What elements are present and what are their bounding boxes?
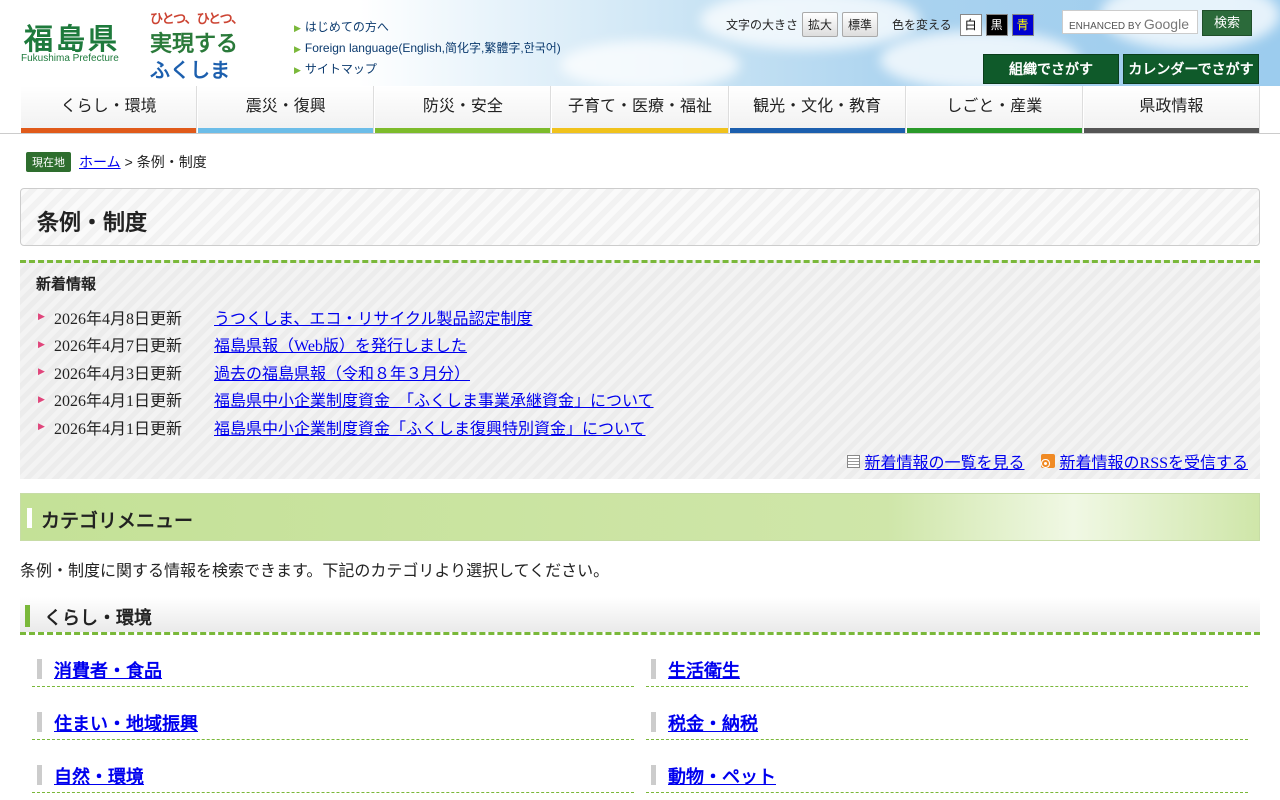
news-item: ▶ 2026年4月8日更新 うつくしま、エコ・リサイクル製品認定制度 xyxy=(38,303,654,331)
category-intro: 条例・制度に関する情報を検索できます。下記のカテゴリより選択してください。 xyxy=(20,563,610,580)
category-link-tax: 税金・納税 xyxy=(646,706,1248,740)
search-button[interactable]: 検索 xyxy=(1202,10,1252,36)
news-link[interactable]: 福島県報（Web版）を発行しました xyxy=(214,332,467,356)
category-link-consumer-food: 消費者・食品 xyxy=(32,653,634,687)
news-footer: 新着情報の一覧を見る 新着情報のRSSを受信する xyxy=(846,449,1248,473)
find-by-organization-button[interactable]: 組織でさがす xyxy=(983,54,1119,84)
nav-work-industry[interactable]: しごと・産業 xyxy=(905,86,1083,133)
link-sitemap-label: サイトマップ xyxy=(304,62,377,76)
category-link[interactable]: 自然・環境 xyxy=(54,767,144,787)
nav-childcare-medical-welfare[interactable]: 子育て・医療・福祉 xyxy=(551,86,729,133)
nav-label: 防災・安全 xyxy=(422,98,503,115)
page-title: 条例・制度 xyxy=(20,188,1260,246)
news-view-all-link[interactable]: 新着情報の一覧を見る xyxy=(865,449,1025,473)
find-by-calendar-button[interactable]: カレンダーでさがす xyxy=(1123,54,1259,84)
triangle-icon: ▶ xyxy=(38,311,45,322)
news-date: 2026年4月3日更新 xyxy=(54,365,183,383)
nav-prefectural-info[interactable]: 県政情報 xyxy=(1082,86,1260,133)
news-item: ▶ 2026年4月1日更新 福島県中小企業制度資金 「ふくしま事業承継資金」について xyxy=(38,386,654,414)
news-link[interactable]: 福島県中小企業制度資金「ふくしま復興特別資金」について xyxy=(214,415,646,439)
link-sitemap[interactable]: ▶ サイトマップ xyxy=(294,59,561,80)
color-black-button[interactable]: 黒 xyxy=(985,13,1008,36)
news-date: 2026年4月1日更新 xyxy=(54,420,183,438)
news-link[interactable]: 過去の福島県報（令和８年３月分） xyxy=(214,360,470,384)
link-foreign-language[interactable]: ▶ Foreign language(English,简化字,繁體字,한국어) xyxy=(294,38,561,59)
nav-label: くらし・環境 xyxy=(60,98,157,115)
triangle-icon: ▶ xyxy=(38,393,45,404)
font-enlarge-button[interactable]: 拡大 xyxy=(802,12,839,37)
global-nav: くらし・環境 震災・復興 防災・安全 子育て・医療・福祉 観光・文化・教育 しご… xyxy=(20,86,1260,133)
search-google-label: Google xyxy=(1143,16,1189,32)
triangle-icon: ▶ xyxy=(294,44,301,54)
category-link-nature: 自然・環境 xyxy=(32,759,634,793)
news-item: ▶ 2026年4月7日更新 福島県報（Web版）を発行しました xyxy=(38,331,654,359)
category-link[interactable]: 住まい・地域振興 xyxy=(54,714,198,734)
site-logo[interactable]: 福島県 xyxy=(24,16,120,58)
list-icon xyxy=(846,454,860,468)
slogan-line-1: ひとつ、ひとつ、 xyxy=(150,12,244,27)
news-date: 2026年4月8日更新 xyxy=(54,310,183,328)
category-link[interactable]: 消費者・食品 xyxy=(54,661,162,681)
current-location-badge: 現在地 xyxy=(26,152,71,172)
link-first-visit[interactable]: ▶ はじめての方へ xyxy=(294,17,561,38)
search-enhanced-label: ENHANCED BY xyxy=(1069,21,1142,32)
category-link[interactable]: 税金・納税 xyxy=(668,714,758,734)
triangle-icon: ▶ xyxy=(294,23,301,33)
nav-label: 子育て・医療・福祉 xyxy=(567,98,712,115)
news-item: ▶ 2026年4月1日更新 福島県中小企業制度資金「ふくしま復興特別資金」について xyxy=(38,413,654,441)
triangle-icon: ▶ xyxy=(38,366,45,377)
accessibility-tools: 文字の大きさ 拡大 標準 色を変える 白 黒 青 xyxy=(726,12,1034,37)
font-standard-button[interactable]: 標準 xyxy=(842,12,879,37)
news-heading: 新着情報 xyxy=(36,276,97,293)
slogan-line-3: ふくしま xyxy=(150,58,230,82)
nav-disaster-recovery[interactable]: 震災・復興 xyxy=(197,86,375,133)
link-foreign-language-label: Foreign language(English,简化字,繁體字,한국어) xyxy=(304,41,561,55)
category-link[interactable]: 生活衛生 xyxy=(668,661,740,681)
news-link[interactable]: うつくしま、エコ・リサイクル製品認定制度 xyxy=(214,305,533,329)
news-section: 新着情報 ▶ 2026年4月8日更新 うつくしま、エコ・リサイクル製品認定制度 ▶ 2… xyxy=(20,260,1260,479)
breadcrumb-current: 条例・制度 xyxy=(136,154,207,170)
site-logo-en: Fukushima Prefecture xyxy=(21,53,119,64)
color-change-label: 色を変える xyxy=(892,18,952,32)
breadcrumb-separator: > xyxy=(124,154,133,170)
header-cloud xyxy=(560,40,740,86)
triangle-icon: ▶ xyxy=(38,421,45,432)
news-rss-link[interactable]: 新着情報のRSSを受信する xyxy=(1060,449,1248,473)
category-link-hygiene: 生活衛生 xyxy=(646,653,1248,687)
header-links: ▶ はじめての方へ ▶ Foreign language(English,简化字,繁… xyxy=(294,17,561,80)
category-link-animals: 動物・ペット xyxy=(646,759,1248,793)
news-item: ▶ 2026年4月3日更新 過去の福島県報（令和８年３月分） xyxy=(38,358,654,386)
nav-living-environment[interactable]: くらし・環境 xyxy=(20,86,198,133)
nav-label: 観光・文化・教育 xyxy=(753,98,882,115)
link-first-visit-label: はじめての方へ xyxy=(304,20,389,34)
color-white-button[interactable]: 白 xyxy=(959,13,982,36)
site-header: 福島県 Fukushima Prefecture ひとつ、ひとつ、 実現する ふ… xyxy=(0,0,1280,86)
triangle-icon: ▶ xyxy=(38,338,45,349)
nav-label: 震災・復興 xyxy=(245,98,326,115)
breadcrumb: 現在地 ホーム > 条例・制度 xyxy=(26,152,207,172)
nav-label: 県政情報 xyxy=(1139,98,1204,115)
category-link-housing: 住まい・地域振興 xyxy=(32,706,634,740)
search-input[interactable]: ENHANCED BY Google xyxy=(1062,10,1198,34)
rss-icon xyxy=(1040,454,1055,468)
category-menu-heading: カテゴリメニュー xyxy=(20,493,1260,541)
font-size-label: 文字の大きさ xyxy=(726,18,799,32)
breadcrumb-home-link[interactable]: ホーム xyxy=(79,152,121,172)
triangle-icon: ▶ xyxy=(294,65,301,75)
news-link[interactable]: 福島県中小企業制度資金 「ふくしま事業承継資金」について xyxy=(214,387,654,411)
news-date: 2026年4月7日更新 xyxy=(54,338,183,356)
category-section-heading: くらし・環境 xyxy=(20,597,1260,635)
nav-safety[interactable]: 防災・安全 xyxy=(374,86,552,133)
news-date: 2026年4月1日更新 xyxy=(54,393,183,411)
nav-divider xyxy=(0,133,1280,134)
color-blue-button[interactable]: 青 xyxy=(1011,13,1034,36)
news-list: ▶ 2026年4月8日更新 うつくしま、エコ・リサイクル製品認定制度 ▶ 2026年4… xyxy=(38,303,654,441)
nav-tourism-culture-education[interactable]: 観光・文化・教育 xyxy=(728,86,906,133)
nav-label: しごと・産業 xyxy=(946,98,1043,115)
category-link[interactable]: 動物・ペット xyxy=(668,767,776,787)
slogan-logo: ひとつ、ひとつ、 実現する ふくしま xyxy=(150,8,250,82)
